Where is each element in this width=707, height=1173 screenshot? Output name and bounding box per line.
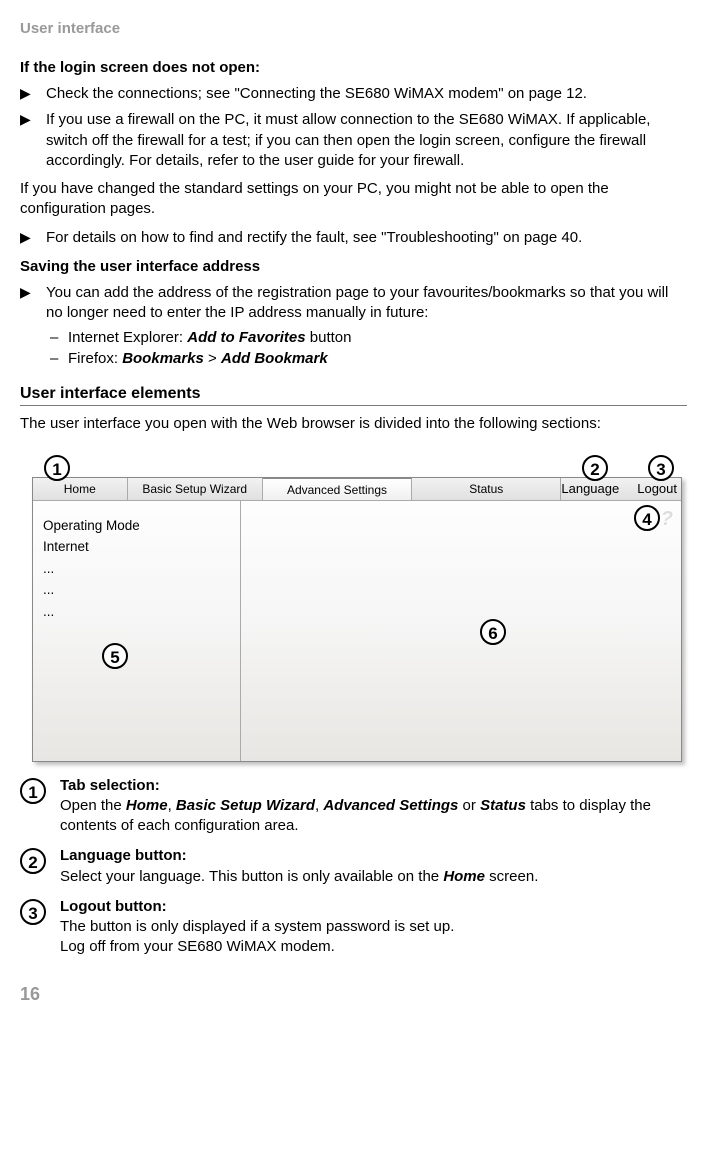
bullet-text: For details on how to find and rectify t… bbox=[46, 228, 687, 248]
callout-1: 1 bbox=[44, 455, 70, 481]
dash-text: Internet Explorer: Add to Favorites butt… bbox=[68, 329, 351, 346]
bullet-marker-icon: ▶ bbox=[20, 84, 46, 104]
bullet-text: Check the connections; see "Connecting t… bbox=[46, 84, 687, 104]
legend-marker-2: 2 bbox=[20, 848, 46, 874]
text-span: , bbox=[168, 797, 176, 814]
side-item-internet[interactable]: Internet bbox=[43, 536, 230, 558]
callout-4: 4 bbox=[634, 505, 660, 531]
emphasis: Home bbox=[443, 868, 485, 885]
legend-title: Language button: bbox=[60, 847, 187, 864]
page-number: 16 bbox=[20, 984, 687, 1005]
emphasis: Add Bookmark bbox=[221, 350, 328, 367]
tab-home[interactable]: Home bbox=[33, 478, 128, 500]
text-span: button bbox=[306, 329, 352, 346]
language-button[interactable]: Language bbox=[561, 481, 619, 496]
callout-6: 6 bbox=[480, 619, 506, 645]
dash-marker: – bbox=[50, 350, 68, 367]
text-span: The button is only displayed if a system… bbox=[60, 918, 454, 935]
bullet-marker-icon: ▶ bbox=[20, 283, 46, 324]
legend-text-3: Logout button: The button is only displa… bbox=[60, 897, 687, 958]
side-item[interactable]: ... bbox=[43, 558, 230, 580]
paragraph: The user interface you open with the Web… bbox=[20, 414, 687, 434]
side-item[interactable]: ... bbox=[43, 579, 230, 601]
text-span: Select your language. This button is onl… bbox=[60, 868, 443, 885]
text-span: or bbox=[458, 797, 480, 814]
callout-5: 5 bbox=[102, 643, 128, 669]
paragraph: If you have changed the standard setting… bbox=[20, 179, 687, 220]
dash-text: Firefox: Bookmarks > Add Bookmark bbox=[68, 350, 328, 367]
text-span: Internet Explorer: bbox=[68, 329, 187, 346]
text-span: Log off from your SE680 WiMAX modem. bbox=[60, 938, 335, 955]
side-item[interactable]: ... bbox=[43, 601, 230, 623]
dash-marker: – bbox=[50, 329, 68, 346]
bullet-marker-icon: ▶ bbox=[20, 110, 46, 171]
section-saving-title: Saving the user interface address bbox=[20, 258, 687, 275]
ui-diagram: Home Basic Setup Wizard Advanced Setting… bbox=[22, 449, 684, 764]
text-span: Open the bbox=[60, 797, 126, 814]
tab-row: Home Basic Setup Wizard Advanced Setting… bbox=[33, 478, 681, 501]
help-icon[interactable]: ? bbox=[661, 508, 673, 531]
emphasis: Basic Setup Wizard bbox=[176, 797, 315, 814]
legend-title: Logout button: bbox=[60, 898, 167, 915]
side-item-operating-mode[interactable]: Operating Mode bbox=[43, 515, 230, 537]
bullet-marker-icon: ▶ bbox=[20, 228, 46, 248]
tab-status[interactable]: Status bbox=[412, 478, 561, 500]
text-span: > bbox=[204, 350, 221, 367]
bullet-text: You can add the address of the registrat… bbox=[46, 283, 687, 324]
callout-3: 3 bbox=[648, 455, 674, 481]
legend-title: Tab selection: bbox=[60, 777, 160, 794]
callout-2: 2 bbox=[582, 455, 608, 481]
legend-marker-1: 1 bbox=[20, 778, 46, 804]
emphasis: Status bbox=[480, 797, 526, 814]
page-header: User interface bbox=[20, 20, 687, 37]
tab-advanced-settings[interactable]: Advanced Settings bbox=[263, 478, 412, 500]
emphasis: Bookmarks bbox=[122, 350, 204, 367]
bullet-text: If you use a firewall on the PC, it must… bbox=[46, 110, 687, 171]
emphasis: Add to Favorites bbox=[187, 329, 305, 346]
emphasis: Advanced Settings bbox=[323, 797, 458, 814]
diagram-window: Home Basic Setup Wizard Advanced Setting… bbox=[32, 477, 682, 762]
legend-marker-3: 3 bbox=[20, 899, 46, 925]
emphasis: Home bbox=[126, 797, 168, 814]
tab-basic-setup-wizard[interactable]: Basic Setup Wizard bbox=[128, 478, 263, 500]
text-span: screen. bbox=[485, 868, 538, 885]
text-span: Firefox: bbox=[68, 350, 122, 367]
legend-text-1: Tab selection: Open the Home, Basic Setu… bbox=[60, 776, 687, 837]
legend-text-2: Language button: Select your language. T… bbox=[60, 846, 687, 887]
section-login-title: If the login screen does not open: bbox=[20, 59, 687, 76]
section-ui-elements-title: User interface elements bbox=[20, 385, 687, 406]
logout-button[interactable]: Logout bbox=[637, 481, 677, 496]
side-pane: Operating Mode Internet ... ... ... bbox=[33, 501, 241, 761]
